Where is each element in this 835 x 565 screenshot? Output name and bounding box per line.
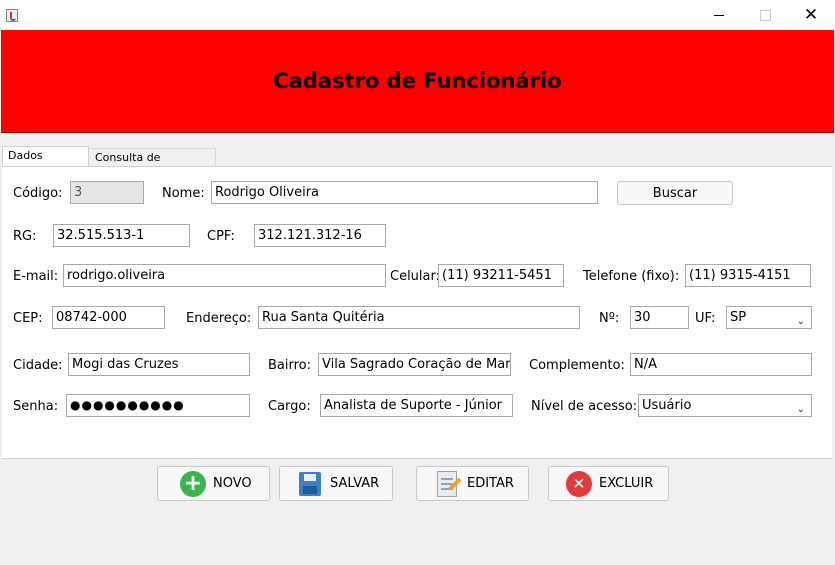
- rg-field[interactable]: 32.515.513-1: [53, 224, 190, 247]
- editar-button[interactable]: EDITAR: [416, 466, 529, 501]
- floppy-disk-icon: [297, 471, 323, 497]
- nome-field[interactable]: Rodrigo Oliveira: [211, 181, 598, 204]
- uf-select[interactable]: SP ⌄: [726, 306, 812, 329]
- page-title: Cadastro de Funcionário: [273, 69, 562, 93]
- chevron-down-icon: ⌄: [796, 404, 805, 415]
- form-panel: Código: 3 Nome: Rodrigo Oliveira Buscar …: [2, 166, 832, 459]
- cargo-field[interactable]: Analista de Suporte - Júnior: [320, 394, 513, 417]
- close-icon: ✕: [803, 4, 819, 25]
- telefone-field[interactable]: (11) 9315-4151: [685, 264, 811, 287]
- window-titlebar: ✕: [0, 0, 835, 30]
- numero-label: Nº:: [599, 311, 620, 326]
- endereco-label: Endereço:: [186, 311, 252, 326]
- complemento-field[interactable]: N/A: [630, 353, 812, 376]
- cpf-label: CPF:: [207, 229, 235, 244]
- excluir-button-label: EXCLUIR: [599, 476, 654, 491]
- novo-button-label: NOVO: [213, 476, 252, 491]
- celular-label: Celular:: [390, 269, 441, 284]
- celular-field[interactable]: (11) 93211-5451: [438, 264, 564, 287]
- bairro-label: Bairro:: [268, 358, 312, 373]
- tab-consulta-funcionarios[interactable]: Consulta de funcionários: [90, 148, 216, 182]
- senha-label: Senha:: [13, 399, 59, 414]
- tab-dados-pessoais[interactable]: Dados pessoais: [2, 146, 89, 180]
- close-button[interactable]: ✕: [788, 0, 834, 30]
- telefone-label: Telefone (fixo):: [583, 269, 680, 284]
- cidade-field[interactable]: Mogi das Cruzes: [68, 353, 250, 376]
- complemento-label: Complemento:: [529, 358, 625, 373]
- nivel-acesso-value: Usuário: [642, 398, 692, 413]
- codigo-field: 3: [70, 181, 144, 204]
- header-banner: Cadastro de Funcionário: [1, 30, 834, 133]
- codigo-label: Código:: [13, 186, 63, 201]
- maximize-icon: [759, 9, 771, 21]
- cpf-field[interactable]: 312.121.312-16: [254, 224, 386, 247]
- editar-button-label: EDITAR: [467, 476, 514, 491]
- java-app-icon: [6, 9, 18, 22]
- numero-field[interactable]: 30: [630, 306, 689, 329]
- bairro-field[interactable]: Vila Sagrado Coração de Maria: [318, 353, 511, 376]
- nome-label: Nome:: [162, 186, 205, 201]
- minimize-button[interactable]: [696, 0, 742, 30]
- plus-circle-icon: +: [180, 470, 206, 497]
- uf-select-value: SP: [730, 310, 747, 325]
- minimize-icon: [714, 14, 724, 16]
- cargo-label: Cargo:: [268, 399, 311, 414]
- buscar-button[interactable]: Buscar: [617, 181, 733, 205]
- maximize-button[interactable]: [742, 0, 788, 30]
- email-label: E-mail:: [13, 269, 59, 284]
- novo-button[interactable]: + NOVO: [157, 466, 270, 501]
- cep-field[interactable]: 08742-000: [52, 306, 165, 329]
- excluir-button[interactable]: ✕ EXCLUIR: [548, 466, 669, 501]
- salvar-button[interactable]: SALVAR: [279, 466, 393, 501]
- cidade-label: Cidade:: [13, 358, 63, 373]
- senha-field[interactable]: ●●●●●●●●●●: [66, 394, 250, 417]
- nivel-acesso-label: Nível de acesso:: [531, 399, 638, 414]
- email-field[interactable]: rodrigo.oliveira: [63, 264, 386, 287]
- chevron-down-icon: ⌄: [796, 316, 805, 327]
- cep-label: CEP:: [13, 311, 43, 326]
- notepad-pencil-icon: [434, 470, 460, 497]
- rg-label: RG:: [13, 229, 37, 244]
- nivel-acesso-select[interactable]: Usuário ⌄: [638, 394, 812, 417]
- endereco-field[interactable]: Rua Santa Quitéria: [258, 306, 580, 329]
- uf-label: UF:: [695, 311, 716, 326]
- salvar-button-label: SALVAR: [330, 476, 380, 491]
- x-circle-icon: ✕: [566, 470, 592, 497]
